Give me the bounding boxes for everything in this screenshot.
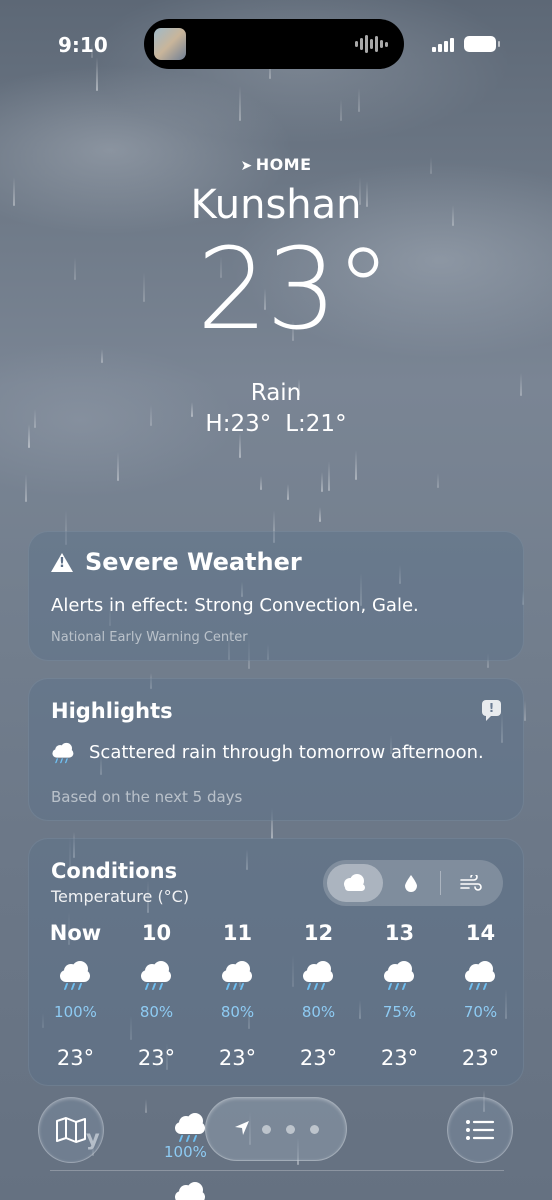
highlights-footer: Based on the next 5 days — [51, 788, 243, 806]
precip-chance: 80% — [139, 1003, 174, 1021]
severe-weather-source: National Early Warning Center — [51, 630, 248, 645]
raindrop — [287, 484, 289, 500]
raindrop — [358, 88, 360, 112]
cloud-icon — [173, 1182, 207, 1200]
raindrop — [145, 1099, 147, 1113]
warning-icon — [51, 552, 73, 572]
city-name: Kunshan — [190, 182, 362, 228]
hour-column: 12 80% 23° — [278, 921, 359, 1081]
precip-chance: 70% — [463, 1003, 498, 1021]
forecast-precip: 100% — [164, 1143, 207, 1161]
precip-chance: 75% — [382, 1003, 417, 1021]
raindrop — [96, 57, 98, 91]
raindrop — [117, 452, 119, 481]
rain-cloud-icon — [301, 961, 335, 990]
status-time: 9:10 — [58, 33, 108, 57]
feedback-icon[interactable]: ! — [482, 700, 501, 721]
location-tag: ➤ HOME — [0, 155, 552, 174]
hour-label: 14 — [465, 921, 496, 945]
hour-column: 10 80% 23° — [116, 921, 197, 1081]
battery-icon — [464, 36, 500, 52]
raindrop — [437, 473, 439, 488]
low-temp: L:21° — [285, 411, 347, 437]
raindrop — [524, 700, 526, 721]
rain-cloud-icon — [51, 742, 74, 764]
highlights-text: Scattered rain through tomorrow afternoo… — [89, 741, 484, 763]
cloud-icon — [344, 874, 365, 891]
rain-cloud-icon — [139, 961, 173, 990]
conditions-subtitle: Temperature (°C) — [51, 887, 190, 906]
map-button[interactable] — [38, 1097, 104, 1163]
location-pager[interactable] — [205, 1097, 347, 1161]
segment-divider — [440, 871, 441, 895]
segment-precipitation[interactable] — [385, 860, 437, 906]
raindrop — [319, 507, 321, 522]
hour-label: 11 — [222, 921, 253, 945]
page-dot — [286, 1125, 295, 1134]
precip-chance: 100% — [54, 1003, 97, 1021]
location-tag-label: HOME — [255, 155, 312, 174]
highlights-line: Scattered rain through tomorrow afternoo… — [51, 739, 484, 765]
precip-chance: 80% — [220, 1003, 255, 1021]
hour-temp: 23° — [137, 1046, 176, 1070]
raindrop — [355, 450, 357, 480]
segment-temperature[interactable] — [327, 860, 383, 906]
page-dot — [310, 1125, 319, 1134]
rain-cloud-icon — [58, 961, 92, 990]
rain-cloud-icon — [220, 961, 254, 990]
high-low: H:23° L:21° — [0, 411, 552, 437]
precip-chance: 80% — [301, 1003, 336, 1021]
locations-list-button[interactable] — [447, 1097, 513, 1163]
hour-column: 14 70% 23° — [440, 921, 521, 1081]
raindrop — [260, 476, 262, 490]
raindrop — [340, 99, 342, 121]
hour-column: Now 100% 23° — [35, 921, 116, 1081]
drop-icon — [405, 875, 417, 892]
current-condition: Rain — [250, 380, 302, 406]
rain-cloud-icon — [382, 961, 416, 990]
page-dot — [262, 1125, 271, 1134]
raindrop — [101, 349, 103, 363]
raindrop — [328, 461, 330, 491]
hour-temp: 23° — [380, 1046, 419, 1070]
severe-weather-title: Severe Weather — [51, 548, 302, 576]
hour-label: 12 — [303, 921, 334, 945]
rain-cloud-icon — [173, 1113, 207, 1142]
highlights-title: Highlights — [51, 699, 173, 723]
raindrop — [239, 86, 241, 121]
map-icon — [56, 1117, 86, 1143]
segment-wind[interactable] — [443, 860, 499, 906]
rain-cloud-icon — [463, 961, 497, 990]
severe-weather-card[interactable]: Severe Weather Alerts in effect: Strong … — [28, 531, 524, 661]
hourly-forecast[interactable]: Now 100% 23° 10 80% 23° 11 80% 23° 12 80… — [35, 921, 521, 1081]
hour-label: 10 — [141, 921, 172, 945]
high-temp: H:23° — [205, 411, 272, 437]
now-playing-artwork — [154, 28, 186, 60]
hour-temp: 23° — [218, 1046, 257, 1070]
raindrop — [25, 474, 27, 502]
cellular-signal-icon — [432, 38, 454, 52]
hour-label: 13 — [384, 921, 415, 945]
dynamic-island[interactable] — [144, 19, 404, 69]
location-arrow-icon: ➤ — [240, 158, 253, 174]
conditions-card[interactable]: Conditions Temperature (°C) Now 100% 23°… — [28, 838, 524, 1086]
hour-temp: 23° — [299, 1046, 338, 1070]
wind-icon — [460, 875, 482, 891]
forecast-divider — [50, 1170, 504, 1171]
hour-temp: 23° — [461, 1046, 500, 1070]
conditions-segmented-control[interactable] — [323, 860, 503, 906]
location-arrow-icon — [235, 1121, 249, 1135]
conditions-title: Conditions — [51, 859, 178, 883]
hour-column: 11 80% 23° — [197, 921, 278, 1081]
severe-weather-title-text: Severe Weather — [85, 548, 302, 576]
audio-waveform-icon — [355, 34, 388, 54]
highlights-card[interactable]: Highlights ! Scattered rain through tomo… — [28, 678, 524, 821]
list-icon — [466, 1120, 495, 1140]
current-temperature: 23° — [196, 225, 392, 355]
raindrop — [321, 472, 323, 492]
hour-column: 13 75% 23° — [359, 921, 440, 1081]
severe-weather-body: Alerts in effect: Strong Convection, Gal… — [51, 595, 419, 616]
hour-temp: 23° — [56, 1046, 95, 1070]
hour-label: Now — [49, 921, 102, 945]
